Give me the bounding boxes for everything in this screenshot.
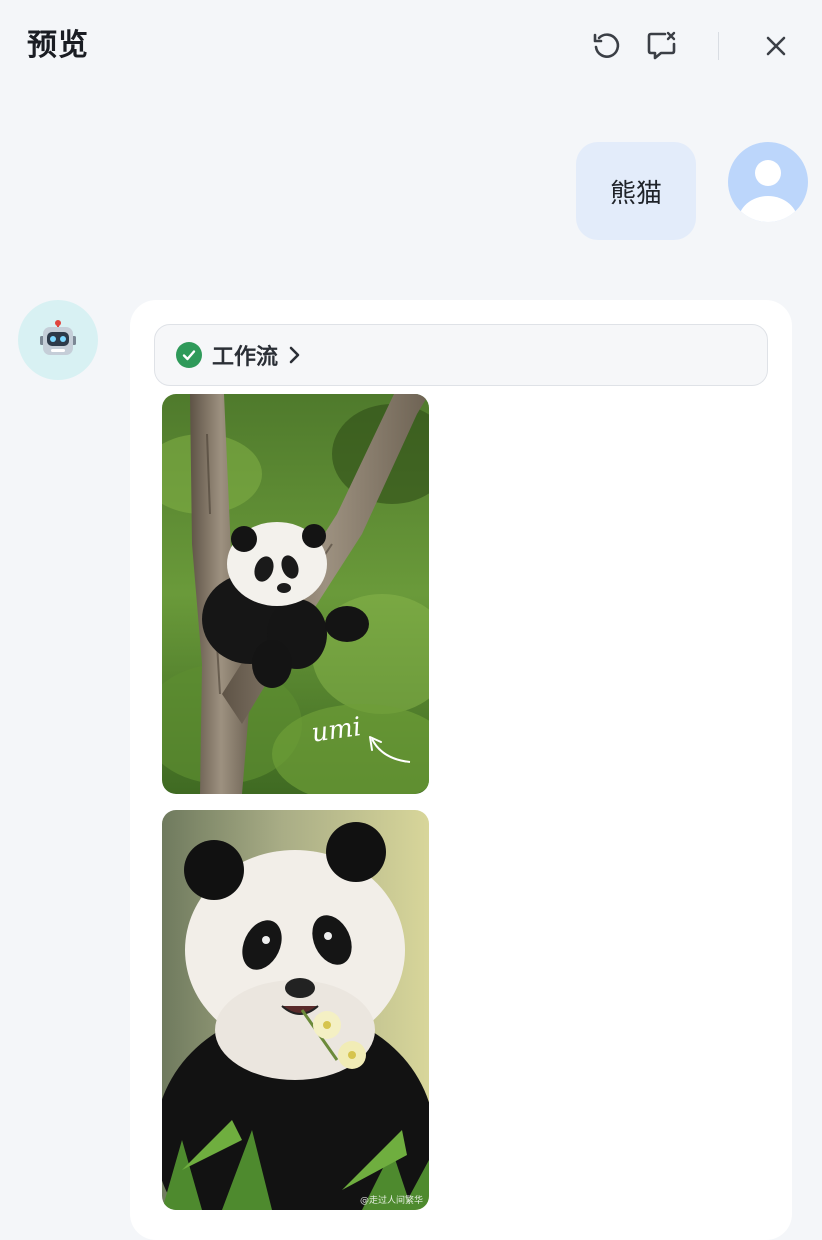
clear-chat-button[interactable] <box>644 28 680 64</box>
refresh-button[interactable] <box>588 28 624 64</box>
refresh-icon <box>593 33 620 58</box>
close-icon <box>766 36 786 56</box>
panda-tree-image[interactable]: umi <box>162 394 429 794</box>
check-circle-icon <box>176 342 202 368</box>
bot-message-card: 工作流 umi @走过人间繁华 <box>130 300 792 1240</box>
user-avatar-icon <box>728 142 808 222</box>
bot-avatar <box>18 300 98 380</box>
workflow-label: 工作流 <box>212 345 279 370</box>
user-message-text: 熊猫 <box>609 178 662 209</box>
image-watermark: @走过人间繁华 <box>359 1196 423 1206</box>
user-message-bubble: 熊猫 <box>576 142 696 240</box>
chevron-right-icon <box>286 345 302 365</box>
close-button[interactable] <box>758 28 794 64</box>
page-title: 预览 <box>27 28 89 63</box>
robot-icon <box>40 320 76 355</box>
panda-flower-image[interactable]: @走过人间繁华 <box>162 810 429 1210</box>
clear-chat-icon <box>647 31 676 60</box>
workflow-toggle[interactable]: 工作流 <box>154 324 768 386</box>
toolbar-divider <box>718 32 719 60</box>
